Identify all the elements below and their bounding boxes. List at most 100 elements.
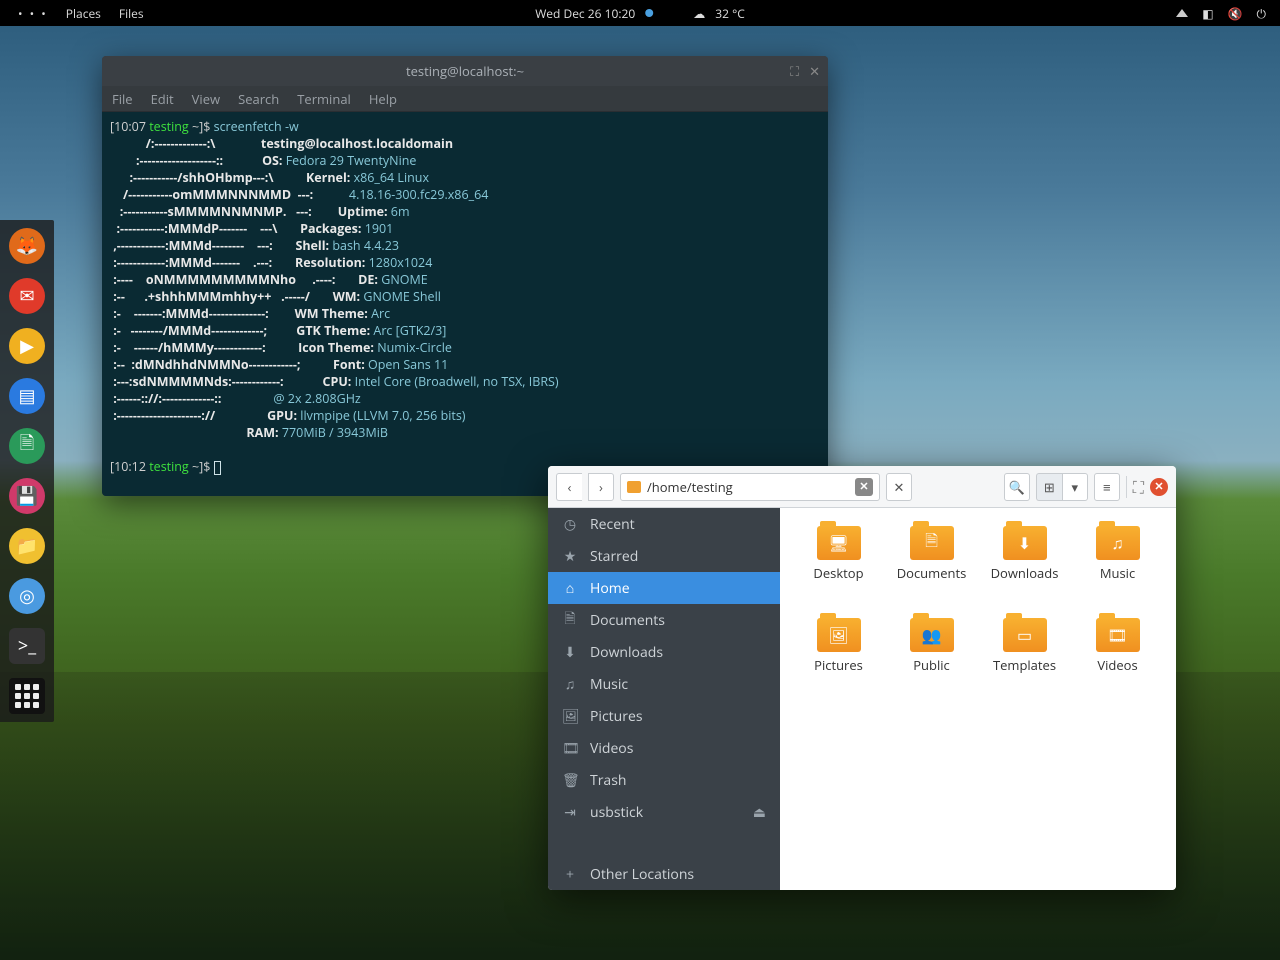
dock-app-screenshot[interactable]: ◎	[9, 578, 45, 614]
sidebar-item-label: usbstick	[590, 803, 643, 822]
maximize-icon[interactable]: ⛶	[790, 62, 799, 80]
sidebar-item-label: Documents	[590, 611, 665, 630]
home-icon: ⌂	[562, 579, 578, 598]
term-menu-help[interactable]: Help	[369, 90, 397, 108]
folder-icon	[627, 481, 641, 493]
dock-app-mail[interactable]: ✉	[9, 278, 45, 314]
term-menu-search[interactable]: Search	[238, 90, 279, 108]
eject-icon[interactable]: ⏏	[753, 803, 766, 822]
terminal-menubar: File Edit View Search Terminal Help	[102, 86, 828, 112]
hamburger-menu-button[interactable]: ≡	[1094, 473, 1120, 501]
sidebar-item-label: Other Locations	[590, 865, 694, 884]
nav-back-button[interactable]: ‹	[556, 473, 582, 501]
folder-desktop[interactable]: 🖥Desktop	[794, 526, 883, 610]
window-title: testing@localhost:~	[406, 62, 524, 80]
dock: 🦊 ✉ ▶ ▤ 🗎 💾 📁 ◎ >_	[0, 220, 54, 722]
dock-app-document[interactable]: 🗎	[9, 428, 45, 464]
folder-icon: ▭	[1003, 618, 1047, 652]
terminal-output[interactable]: [10:07 testing ~]$ screenfetch -w /:----…	[102, 112, 828, 496]
fm-sidebar: ◷Recent★Starred ⌂ Home 🗎 Documents ⬇Downloads…	[548, 508, 780, 890]
recent-icon: ◷	[562, 515, 578, 534]
sidebar-item-other-locations[interactable]: +Other Locations	[548, 858, 780, 890]
path-text: /home/testing	[647, 478, 849, 496]
path-close-button[interactable]: ✕	[886, 473, 912, 501]
sidebar-item-documents[interactable]: 🗎 Documents	[548, 604, 780, 636]
sidebar-item-home[interactable]: ⌂ Home	[548, 572, 780, 604]
sidebar-item-label: Videos	[590, 739, 633, 758]
folder-icon: 🗎	[910, 526, 954, 560]
dock-app-firefox[interactable]: 🦊	[9, 228, 45, 264]
documents-icon: 🗎	[562, 608, 578, 632]
folder-documents[interactable]: 🗎 Documents	[887, 526, 976, 610]
close-window-button[interactable]: ✕	[1150, 478, 1168, 496]
search-button[interactable]: 🔍	[1004, 473, 1030, 501]
dock-app-media[interactable]: ▶	[9, 328, 45, 364]
folder-label: Templates	[993, 656, 1056, 674]
path-entry[interactable]: /home/testing ✕	[620, 473, 880, 501]
notification-dot-icon	[645, 9, 653, 17]
folder-downloads[interactable]: ⬇Downloads	[980, 526, 1069, 610]
folder-label: Videos	[1097, 656, 1137, 674]
eject-icon[interactable]	[1176, 9, 1188, 17]
weather-temp[interactable]: 32 °C	[715, 5, 745, 22]
sidebar-item-videos[interactable]: 🎞 Videos	[548, 732, 780, 764]
file-manager-window: ‹ › /home/testing ✕ ✕ 🔍 ⊞ ▾ ≡ ⛶ ✕ ◷Recen…	[548, 466, 1176, 890]
apps-grid-button[interactable]	[9, 678, 45, 714]
folder-label: Pictures	[814, 656, 863, 674]
folder-pictures[interactable]: 🖼 Pictures	[794, 618, 883, 702]
sidebar-item-label: Home	[590, 579, 630, 598]
sidebar-item-music[interactable]: ♫ Music	[548, 668, 780, 700]
trash-icon: 🗑	[562, 771, 578, 790]
power-icon[interactable]: ⏻	[1257, 5, 1267, 22]
folder-icon: 🖼	[817, 618, 861, 652]
folder-label: Downloads	[991, 564, 1059, 582]
folder-templates[interactable]: ▭ Templates	[980, 618, 1069, 702]
videos-icon: 🎞	[562, 739, 578, 758]
top-panel: • • • Places Files Wed Dec 26 10:20 ☁ 32…	[0, 0, 1280, 26]
dock-app-text-editor[interactable]: ▤	[9, 378, 45, 414]
activities-button[interactable]: • • •	[18, 5, 48, 22]
files-menu[interactable]: Files	[119, 5, 144, 22]
icon-view-button[interactable]: ⊞	[1036, 473, 1062, 501]
folder-music[interactable]: ♫Music	[1073, 526, 1162, 610]
clear-path-icon[interactable]: ✕	[855, 478, 873, 496]
nav-forward-button[interactable]: ›	[588, 473, 614, 501]
clock[interactable]: Wed Dec 26 10:20	[535, 5, 635, 22]
dock-app-save[interactable]: 💾	[9, 478, 45, 514]
term-menu-edit[interactable]: Edit	[151, 90, 174, 108]
sidebar-item-pictures[interactable]: 🖼 Pictures	[548, 700, 780, 732]
sidebar-item-label: Downloads	[590, 643, 663, 662]
folder-icon: ♫	[1096, 526, 1140, 560]
maximize-icon[interactable]: ⛶	[1133, 476, 1144, 498]
starred-icon: ★	[562, 547, 578, 566]
sidebar-item-label: Pictures	[590, 707, 643, 726]
sidebar-item-starred[interactable]: ★Starred	[548, 540, 780, 572]
dock-app-folder[interactable]: 📁	[9, 528, 45, 564]
close-icon[interactable]: ✕	[809, 62, 820, 80]
sidebar-item-recent[interactable]: ◷Recent	[548, 508, 780, 540]
term-menu-view[interactable]: View	[192, 90, 220, 108]
usbstick-icon: ⇥	[562, 803, 578, 822]
folder-label: Public	[913, 656, 950, 674]
volume-mute-icon[interactable]: 🔇	[1228, 5, 1243, 22]
term-menu-terminal[interactable]: Terminal	[297, 90, 351, 108]
terminal-titlebar[interactable]: testing@localhost:~ ⛶ ✕	[102, 56, 828, 86]
sidebar-item-trash[interactable]: 🗑Trash	[548, 764, 780, 796]
term-menu-file[interactable]: File	[112, 90, 133, 108]
sidebar-item-usbstick[interactable]: ⇥ usbstick ⏏	[548, 796, 780, 828]
folder-icon: 🖥	[817, 526, 861, 560]
folder-label: Documents	[897, 564, 967, 582]
pictures-icon: 🖼	[562, 707, 578, 726]
terminal-window: testing@localhost:~ ⛶ ✕ File Edit View Sear…	[102, 56, 828, 496]
fm-icon-view[interactable]: 🖥Desktop 🗎 Documents ⬇Downloads♫Music 🖼 Pictu…	[780, 508, 1176, 890]
sidebar-item-label: Music	[590, 675, 628, 694]
folder-public[interactable]: 👥Public	[887, 618, 976, 702]
view-options-button[interactable]: ▾	[1062, 473, 1088, 501]
folder-videos[interactable]: 🎞 Videos	[1073, 618, 1162, 702]
dock-app-terminal[interactable]: >_	[9, 628, 45, 664]
music-icon: ♫	[562, 675, 578, 694]
display-icon[interactable]: ◧	[1202, 5, 1213, 22]
folder-icon: 🎞	[1096, 618, 1140, 652]
sidebar-item-downloads[interactable]: ⬇Downloads	[548, 636, 780, 668]
places-menu[interactable]: Places	[66, 5, 101, 22]
